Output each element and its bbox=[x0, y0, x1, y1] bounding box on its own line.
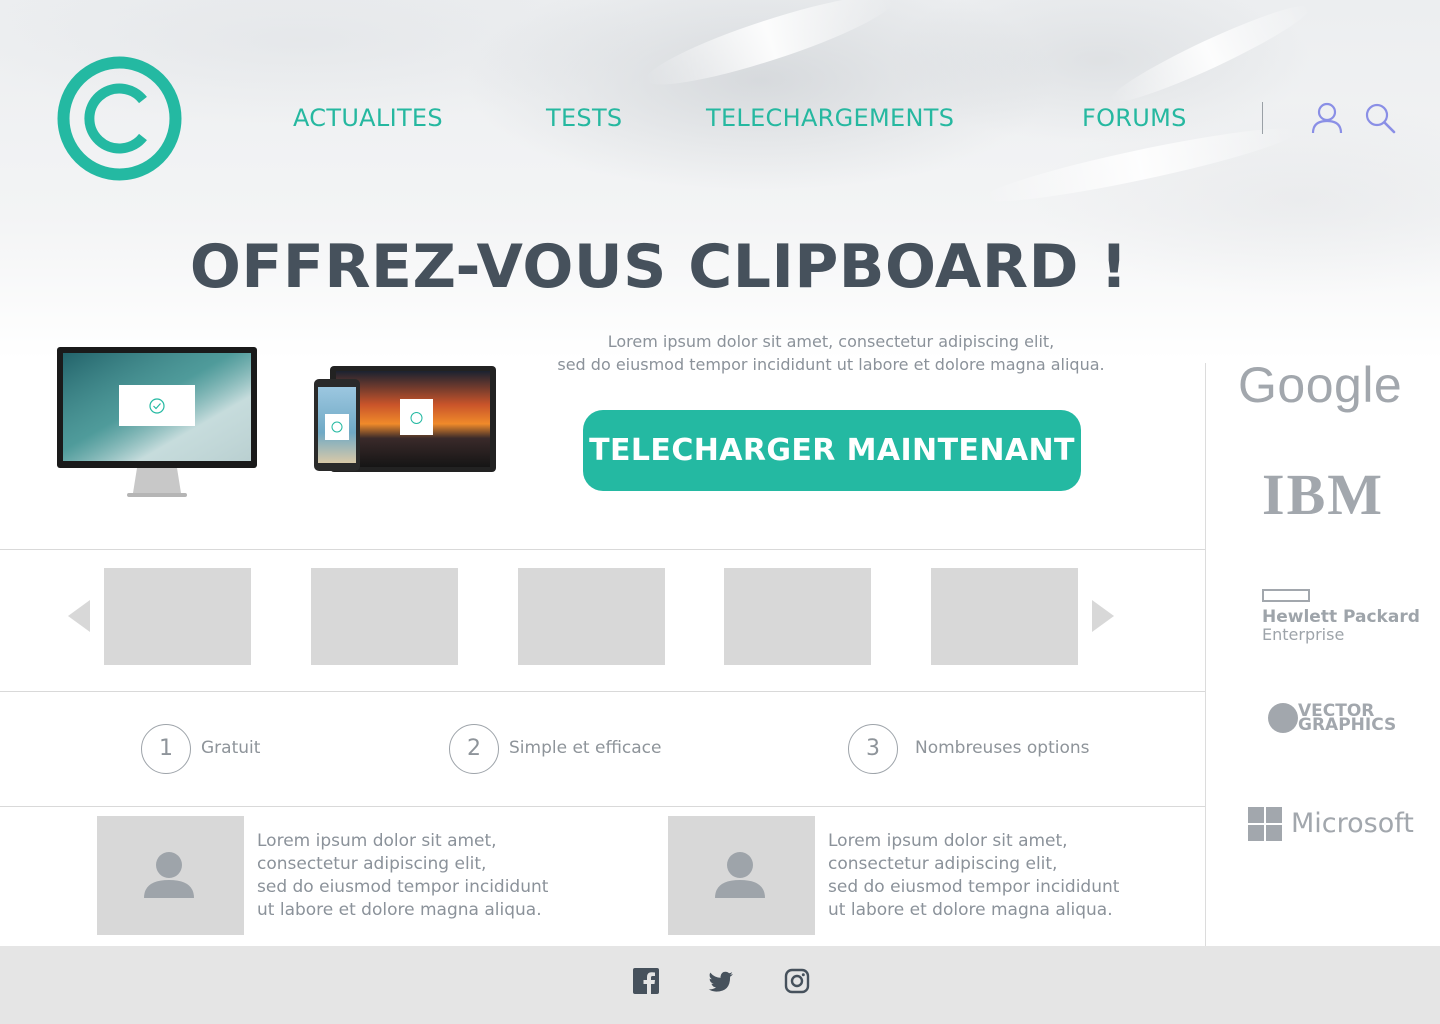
nav-item-actualites[interactable]: ACTUALITES bbox=[293, 104, 443, 132]
facebook-icon[interactable] bbox=[633, 968, 659, 994]
carousel-item[interactable] bbox=[724, 568, 871, 665]
nav-item-telechargements[interactable]: TELECHARGEMENTS bbox=[706, 104, 954, 132]
carousel-item[interactable] bbox=[104, 568, 251, 665]
chevron-left-icon bbox=[68, 600, 90, 632]
user-icon[interactable] bbox=[1310, 101, 1344, 135]
carousel-item[interactable] bbox=[518, 568, 665, 665]
carousel-item[interactable] bbox=[311, 568, 458, 665]
feature-number: 2 bbox=[449, 724, 499, 774]
carousel-item[interactable] bbox=[931, 568, 1078, 665]
twitter-icon[interactable] bbox=[708, 968, 734, 994]
carousel-next-button[interactable] bbox=[1092, 600, 1116, 632]
nav-divider bbox=[1262, 102, 1263, 134]
avatar bbox=[668, 816, 815, 935]
hpe-logo: Hewlett Packard Enterprise bbox=[1262, 589, 1420, 644]
site-logo[interactable] bbox=[57, 56, 182, 181]
carousel-prev-button[interactable] bbox=[68, 600, 92, 632]
section-divider bbox=[0, 549, 1205, 550]
hero-description: Lorem ipsum dolor sit amet, consectetur … bbox=[557, 332, 1105, 374]
nav-item-forums[interactable]: FORUMS bbox=[1082, 104, 1187, 132]
person-icon bbox=[715, 852, 765, 898]
download-now-button[interactable]: TELECHARGER MAINTENANT bbox=[583, 410, 1081, 491]
testimonial-text: Lorem ipsum dolor sit amet, consectetur … bbox=[257, 831, 549, 920]
instagram-icon[interactable] bbox=[784, 968, 810, 994]
ibm-logo: IBM bbox=[1262, 465, 1402, 525]
windows-icon bbox=[1248, 807, 1282, 841]
page-title: OFFREZ-VOUS CLIPBOARD ! bbox=[189, 232, 1129, 302]
vector-graphics-logo: VECTOR GRAPHICS bbox=[1268, 703, 1398, 737]
sidebar-divider bbox=[1205, 363, 1206, 946]
microsoft-logo: Microsoft bbox=[1248, 806, 1418, 842]
nav-item-tests[interactable]: TESTS bbox=[546, 104, 622, 132]
tablet-phone-image bbox=[312, 365, 498, 477]
chevron-right-icon bbox=[1092, 600, 1114, 632]
testimonial-text: Lorem ipsum dolor sit amet, consectetur … bbox=[828, 831, 1120, 920]
search-icon[interactable] bbox=[1363, 101, 1397, 135]
avatar bbox=[97, 816, 244, 935]
copyright-icon bbox=[57, 56, 182, 181]
section-divider bbox=[0, 806, 1205, 807]
google-logo: Google bbox=[1238, 357, 1403, 413]
feature-number: 1 bbox=[141, 724, 191, 774]
monitor-image bbox=[57, 347, 257, 499]
person-icon bbox=[144, 852, 194, 898]
feature-label: Gratuit bbox=[201, 738, 261, 758]
feature-label: Nombreuses options bbox=[915, 738, 1090, 758]
section-divider bbox=[0, 691, 1205, 692]
feature-label: Simple et efficace bbox=[509, 738, 662, 758]
feature-number: 3 bbox=[848, 724, 898, 774]
